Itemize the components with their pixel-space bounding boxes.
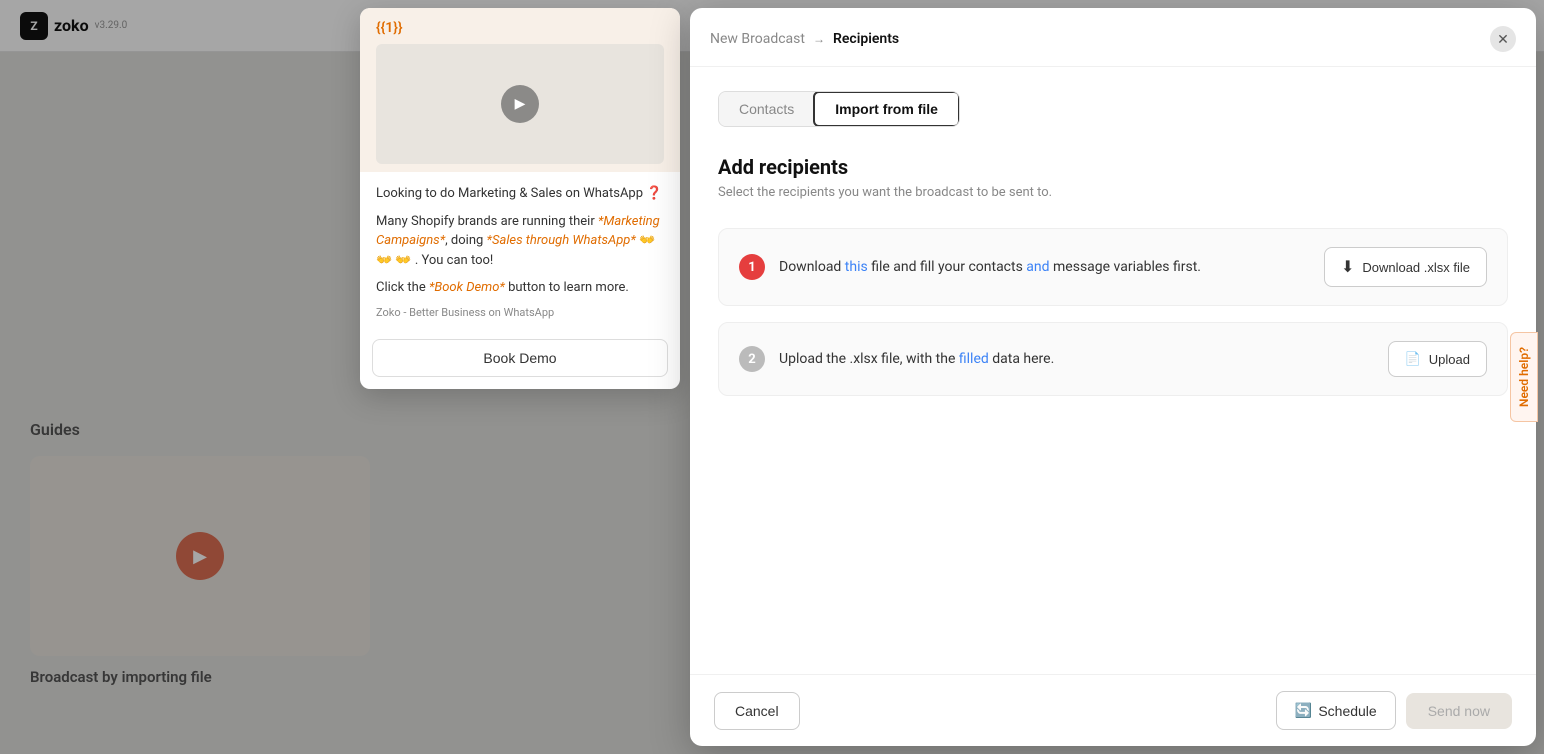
video-play-icon[interactable]: ▶	[501, 85, 539, 123]
steps-container: 1 Download this file and fill your conta…	[718, 228, 1508, 396]
cancel-button[interactable]: Cancel	[714, 692, 800, 730]
dialog-body: Contacts Import from file Add recipients…	[690, 67, 1536, 674]
download-btn-label: Download .xlsx file	[1362, 260, 1470, 275]
recipients-dialog: New Broadcast → Recipients ✕ Contacts Im…	[690, 8, 1536, 746]
dialog-header: New Broadcast → Recipients ✕	[690, 8, 1536, 67]
schedule-icon: 🔄	[1295, 702, 1312, 719]
step-1-left: 1 Download this file and fill your conta…	[739, 254, 1201, 280]
step-2-row: 2 Upload the .xlsx file, with the filled…	[718, 322, 1508, 396]
book-demo-button[interactable]: Book Demo	[372, 339, 668, 377]
step-2-link-filled: filled	[959, 351, 989, 367]
step-2-text: Upload the .xlsx file, with the filled d…	[779, 351, 1054, 367]
tabs-row: Contacts Import from file	[718, 91, 960, 127]
breadcrumb-arrow: →	[813, 32, 825, 46]
step-1-link-and: and	[1026, 259, 1049, 275]
breadcrumb-parent: New Broadcast	[710, 31, 805, 47]
dialog-close-button[interactable]: ✕	[1490, 26, 1516, 52]
template-tag: {{1}}	[376, 20, 664, 36]
message-body: Looking to do Marketing & Sales on Whats…	[360, 172, 680, 331]
schedule-button[interactable]: 🔄 Schedule	[1276, 691, 1396, 730]
footer-right: 🔄 Schedule Send now	[1276, 691, 1512, 730]
message-video-thumbnail: ▶	[376, 44, 664, 164]
message-card-header: {{1}} ▶	[360, 8, 680, 172]
step-2-number: 2	[739, 346, 765, 372]
upload-icon: 📄	[1405, 351, 1421, 367]
step-1-row: 1 Download this file and fill your conta…	[718, 228, 1508, 306]
message-preview-card: {{1}} ▶ Looking to do Marketing & Sales …	[360, 8, 680, 389]
download-xlsx-button[interactable]: ⬇ Download .xlsx file	[1324, 247, 1487, 287]
dialog-footer: Cancel 🔄 Schedule Send now	[690, 674, 1536, 746]
breadcrumb: New Broadcast → Recipients	[710, 31, 899, 47]
need-help-tab[interactable]: Need help?	[1510, 332, 1538, 422]
download-icon: ⬇	[1341, 257, 1354, 277]
upload-button[interactable]: 📄 Upload	[1388, 341, 1487, 377]
step-1-number: 1	[739, 254, 765, 280]
section-title: Add recipients	[718, 155, 1508, 179]
tab-import-from-file[interactable]: Import from file	[813, 91, 960, 127]
send-now-button[interactable]: Send now	[1406, 693, 1512, 729]
breadcrumb-current: Recipients	[833, 31, 899, 47]
company-tag: Zoko - Better Business on WhatsApp	[376, 306, 664, 319]
message-line2: Many Shopify brands are running their *M…	[376, 212, 664, 271]
section-subtitle: Select the recipients you want the broad…	[718, 185, 1508, 200]
message-line1: Looking to do Marketing & Sales on Whats…	[376, 184, 664, 204]
step-2-left: 2 Upload the .xlsx file, with the filled…	[739, 346, 1054, 372]
message-line3: Click the *Book Demo* button to learn mo…	[376, 278, 664, 298]
upload-btn-label: Upload	[1429, 352, 1470, 367]
schedule-label: Schedule	[1318, 703, 1376, 719]
step-1-link-this: this	[845, 259, 868, 275]
step-1-text: Download this file and fill your contact…	[779, 259, 1201, 275]
tab-contacts[interactable]: Contacts	[719, 92, 814, 126]
